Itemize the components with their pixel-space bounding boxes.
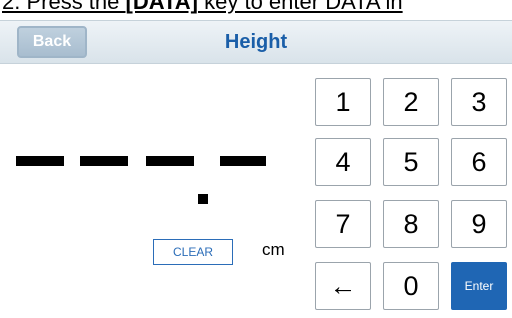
digit-placeholder	[220, 156, 266, 166]
instruction-prefix: 2. Press the	[2, 0, 126, 14]
key-6[interactable]: 6	[451, 138, 507, 186]
instruction-key: [DATA]	[125, 0, 199, 14]
key-0[interactable]: 0	[383, 262, 439, 310]
digit-placeholder	[146, 156, 194, 166]
key-7[interactable]: 7	[315, 200, 371, 248]
enter-key[interactable]: Enter	[451, 262, 507, 310]
instruction-banner: 2. Press the [DATA] key to enter DATA in	[0, 0, 512, 20]
instruction-suffix: key to enter DATA in	[198, 0, 403, 14]
back-button[interactable]: Back	[17, 26, 87, 58]
clear-button[interactable]: CLEAR	[153, 239, 233, 265]
screen-header: Height Back	[0, 20, 512, 64]
backspace-key[interactable]: ←	[315, 262, 371, 310]
instruction-text: 2. Press the [DATA] key to enter DATA in	[2, 0, 403, 15]
decimal-point	[198, 194, 208, 204]
key-2[interactable]: 2	[383, 78, 439, 126]
key-4[interactable]: 4	[315, 138, 371, 186]
key-8[interactable]: 8	[383, 200, 439, 248]
unit-label: cm	[262, 240, 285, 259]
key-5[interactable]: 5	[383, 138, 439, 186]
key-1[interactable]: 1	[315, 78, 371, 126]
keypad: 1 2 3 4 5 6 7 8 9 ← 0 Enter	[305, 78, 512, 318]
digit-placeholder	[80, 156, 128, 166]
digit-placeholder	[16, 156, 64, 166]
key-3[interactable]: 3	[451, 78, 507, 126]
key-9[interactable]: 9	[451, 200, 507, 248]
